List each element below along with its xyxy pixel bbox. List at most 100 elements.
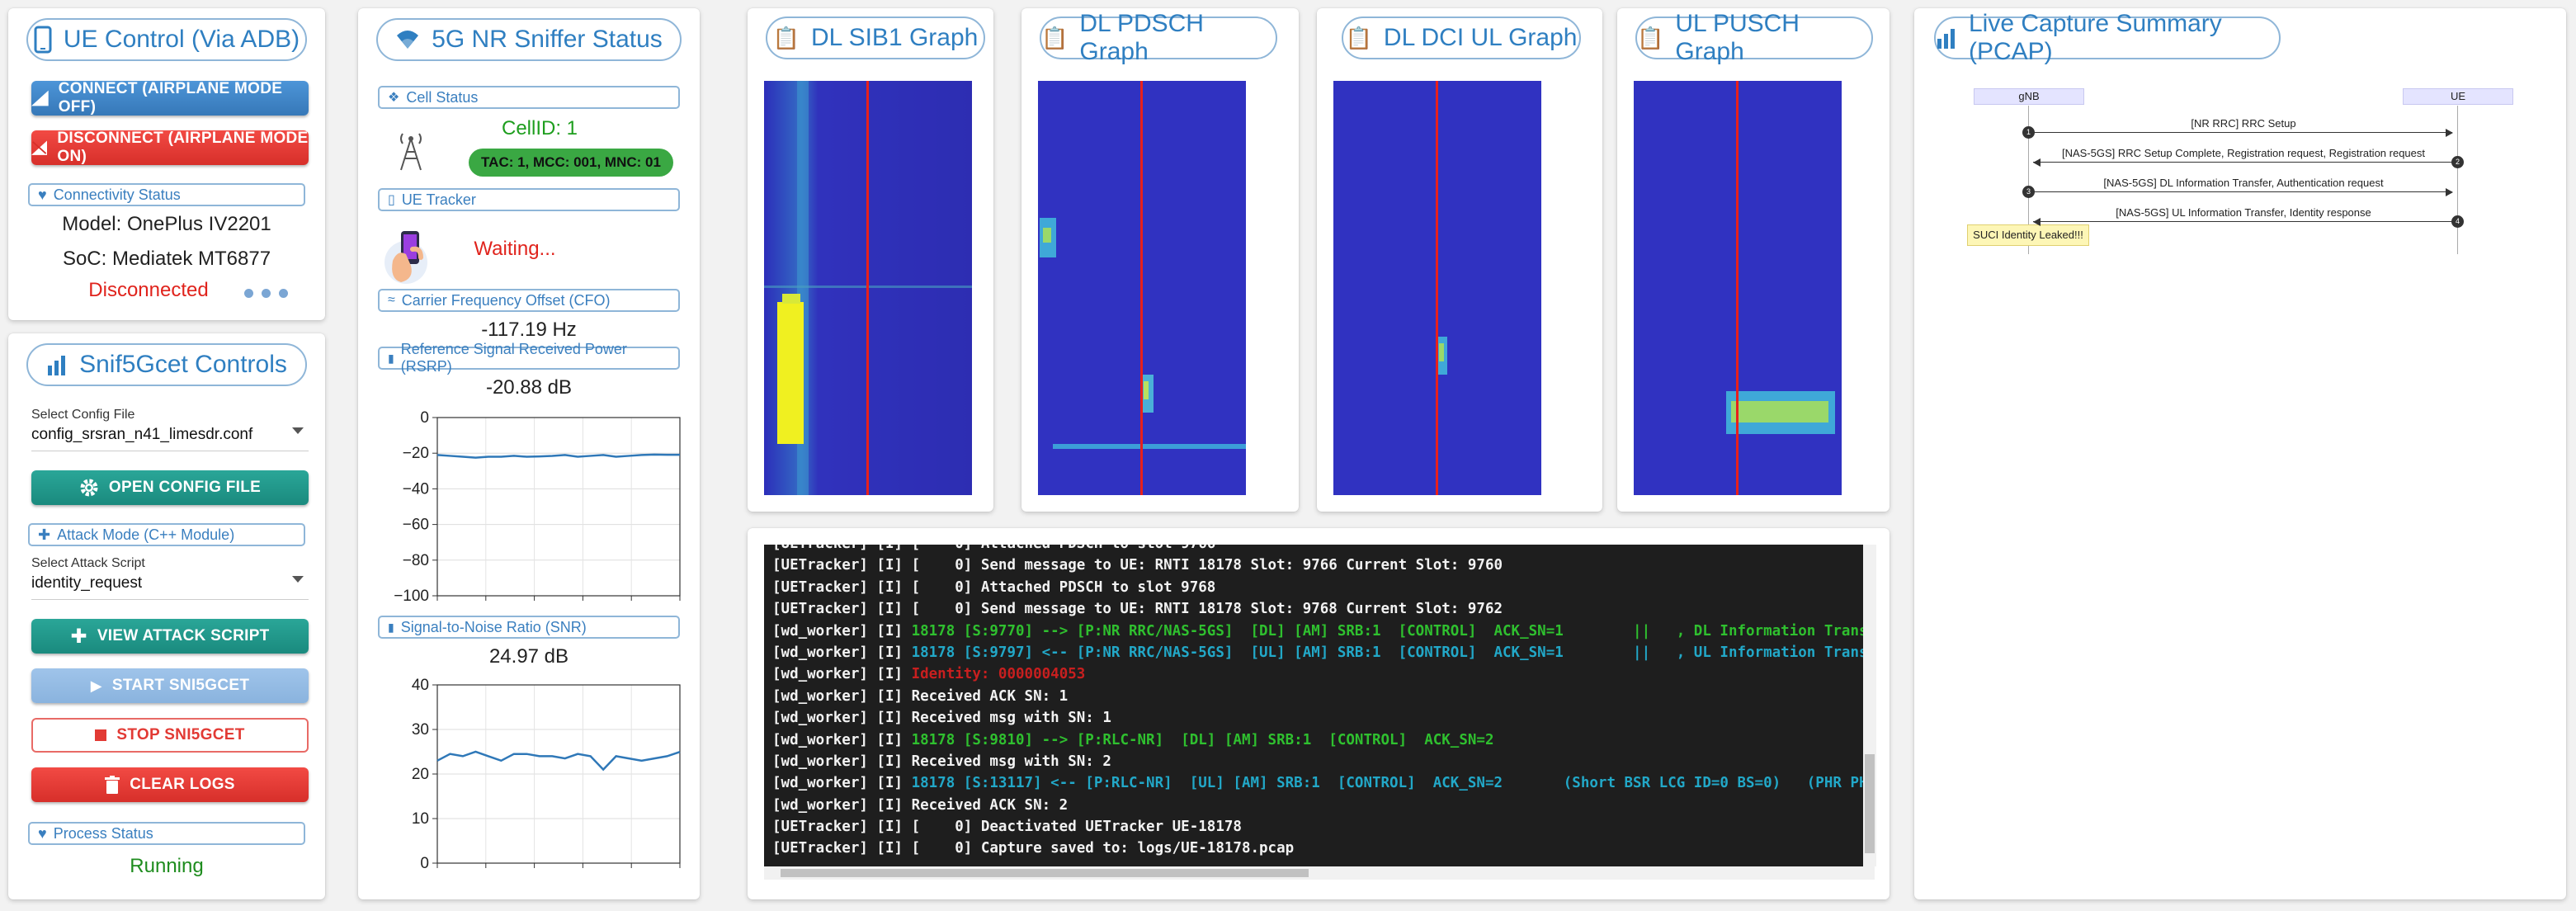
ue-control-card: UE Control (Via ADB) CONNECT (AIRPLANE M…	[8, 8, 325, 320]
dci-spectrogram	[1333, 81, 1541, 495]
pdsch-graph-title: 📋 DL PDSCH Graph	[1040, 10, 1277, 65]
clipboard-search-icon: 📋	[1041, 25, 1069, 50]
log-hscrollbar[interactable]	[764, 866, 1875, 880]
y-tick-label: 30	[412, 721, 429, 739]
open-config-button[interactable]: OPEN CONFIG FILE	[31, 470, 309, 505]
signal-off-icon	[31, 140, 48, 155]
log-line: [wd_worker] [I] Received msg with SN: 2	[772, 753, 1111, 770]
stop-icon	[95, 729, 107, 741]
cell-tower-icon	[400, 133, 422, 171]
snr-chart: 40 30 20 10 0	[412, 677, 681, 872]
chevron-down-icon	[292, 427, 304, 434]
dci-graph-title: 📋 DL DCI UL Graph	[1342, 17, 1581, 59]
cfo-label: ≈ Carrier Frequency Offset (CFO)	[378, 289, 680, 312]
gear-icon	[80, 479, 98, 497]
pcap-message-number: 1	[2022, 126, 2035, 139]
log-hscrollbar-thumb[interactable]	[781, 869, 1309, 877]
series-line	[436, 453, 681, 459]
bar-chart-icon: ▮	[388, 351, 394, 365]
sniffer-title: 5G NR Sniffer Status	[376, 18, 682, 61]
ue-control-title: UE Control (Via ADB)	[26, 18, 307, 61]
snr-value: 24.97 dB	[488, 645, 569, 668]
arrow-head-icon	[2033, 158, 2041, 167]
device-soc: SoC: Mediatek MT6877	[62, 248, 271, 270]
log-line: [UETracker] [I] [ 0] Capture saved to: l…	[772, 840, 1295, 857]
cell-status-label: ❖ Cell Status	[378, 86, 680, 109]
phone-icon	[34, 26, 52, 54]
y-tick-label: −20	[403, 445, 429, 462]
stop-button[interactable]: STOP SNI5GCET	[31, 718, 309, 753]
clear-logs-button[interactable]: CLEAR LOGS	[31, 767, 309, 802]
chevron-down-icon	[292, 576, 304, 583]
attack-script-select[interactable]: identity_request	[31, 574, 309, 600]
snr-label: ▮ Signal-to-Noise Ratio (SNR)	[378, 616, 680, 639]
clipboard-search-icon: 📋	[1637, 25, 1664, 50]
pdsch-spectrogram	[1038, 81, 1246, 495]
arrow-head-icon	[2446, 188, 2453, 196]
view-attack-script-button[interactable]: ✚ VIEW ATTACK SCRIPT	[31, 619, 309, 654]
cell-info-badge: TAC: 1, MCC: 001, MNC: 01	[469, 149, 673, 177]
process-status-label: ♥ Process Status	[28, 822, 305, 845]
rsrp-label: ▮ Reference Signal Received Power (RSRP)	[378, 341, 680, 375]
disconnect-button[interactable]: DISCONNECT (AIRPLANE MODE ON)	[31, 130, 309, 165]
puzzle-icon: ✚	[70, 625, 87, 648]
sib1-graph-card: 📋 DL SIB1 Graph	[748, 8, 993, 512]
connectivity-status-value: Disconnected	[88, 279, 209, 301]
heart-icon: ♥	[38, 824, 47, 842]
config-file-select[interactable]: config_srsran_n41_limesdr.conf	[31, 426, 309, 451]
y-tick-label: 0	[420, 855, 429, 872]
pcap-message-arrow	[2033, 221, 2452, 222]
cell-id: CellID: 1	[501, 117, 578, 139]
y-tick-label: −60	[403, 517, 429, 534]
clipboard-search-icon: 📋	[1345, 25, 1372, 50]
loading-dots	[244, 289, 288, 298]
log-line: [UETracker] [I] [ 0] Attached PDSCH to s…	[772, 578, 1216, 596]
sib1-spectrogram	[764, 81, 972, 495]
log-line: [wd_worker] [I] 18178 [S:13117] <-- [P:R…	[772, 775, 1875, 792]
phone-hand-icon	[385, 231, 427, 284]
log-line: [UETracker] [I] [ 0] Attached PDSCH to s…	[764, 545, 1875, 555]
rsrp-chart: 0 −20 −40 −60 −80 −100	[394, 409, 681, 605]
series-line	[436, 750, 681, 772]
attack-mode-label: ✚ Attack Mode (C++ Module)	[28, 523, 305, 546]
sniffer-status-card: 5G NR Sniffer Status ❖ Cell Status CellI…	[358, 8, 700, 899]
pcap-message-label: [NAS-5GS] UL Information Transfer, Ident…	[2116, 206, 2371, 219]
clipboard-search-icon: 📋	[772, 25, 800, 50]
bar-chart-icon	[1937, 29, 1955, 49]
y-tick-label: 40	[412, 677, 429, 694]
log-line: [wd_worker] [I] 18178 [S:9770] --> [P:NR…	[772, 622, 1875, 640]
arrow-head-icon	[2033, 218, 2041, 226]
log-line: [wd_worker] [I] Received ACK SN: 1	[772, 687, 1069, 705]
pusch-graph-title: 📋 UL PUSCH Graph	[1635, 10, 1873, 65]
signal-icon	[31, 90, 49, 106]
cfo-value: -117.19 Hz	[481, 319, 577, 341]
sib1-graph-title: 📋 DL SIB1 Graph	[766, 17, 985, 59]
pcap-message-label: [NAS-5GS] RRC Setup Complete, Registrati…	[2061, 147, 2426, 159]
wave-icon: ≈	[388, 293, 395, 307]
pcap-title: Live Capture Summary (PCAP)	[1934, 10, 2281, 65]
wifi-icon	[397, 31, 419, 49]
pcap-card: Live Capture Summary (PCAP) gNB UE SUCI …	[1914, 8, 2566, 899]
pcap-message-number: 4	[2451, 215, 2464, 228]
puzzle-icon: ✚	[38, 526, 51, 543]
gnb-header: gNB	[1974, 88, 2084, 105]
log-line: [wd_worker] [I] Received msg with SN: 1	[772, 710, 1111, 727]
phone-icon: ▯	[388, 193, 395, 207]
log-line: [wd_worker] [I] Identity: 0000004053	[772, 666, 1086, 683]
y-tick-label: 0	[420, 409, 429, 427]
pcap-message-label: [NR RRC] RRC Setup	[2191, 117, 2296, 130]
pusch-spectrogram	[1634, 81, 1842, 495]
pusch-graph-card: 📋 UL PUSCH Graph	[1617, 8, 1890, 512]
controls-card: Snif5Gcet Controls Select Config File co…	[8, 333, 325, 899]
pcap-message-number: 2	[2451, 156, 2464, 168]
attack-script-label: Select Attack Script	[31, 556, 145, 570]
pcap-message-label: [NAS-5GS] DL Information Transfer, Authe…	[2103, 177, 2384, 189]
ue-header: UE	[2403, 88, 2513, 105]
start-button[interactable]: ▶ START SNI5GCET	[31, 668, 309, 703]
arrow-head-icon	[2446, 129, 2453, 137]
pcap-message-arrow	[2033, 191, 2452, 192]
connect-button[interactable]: CONNECT (AIRPLANE MODE OFF)	[31, 80, 309, 116]
heart-icon: ♥	[38, 186, 47, 203]
log-scrollbar-thumb[interactable]	[1865, 754, 1875, 853]
log-scrollbar[interactable]	[1863, 545, 1876, 866]
